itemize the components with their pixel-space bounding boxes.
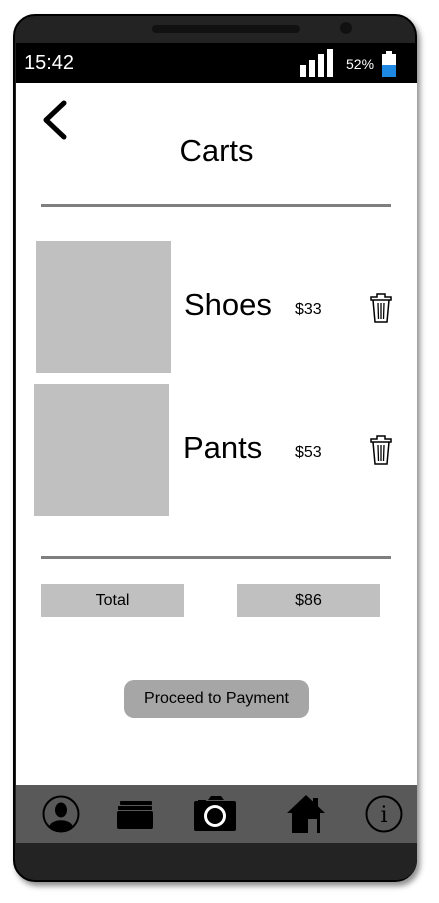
trash-icon[interactable] bbox=[370, 434, 392, 466]
svg-text:i: i bbox=[380, 803, 387, 828]
trash-icon[interactable] bbox=[370, 292, 392, 324]
status-bar: 15:42 52% bbox=[16, 43, 417, 83]
home-icon[interactable] bbox=[286, 793, 326, 835]
battery-icon bbox=[382, 51, 396, 77]
cart-item-price: $33 bbox=[295, 301, 322, 318]
info-icon[interactable]: i bbox=[365, 793, 403, 835]
header-divider bbox=[41, 204, 391, 207]
bottom-bezel bbox=[16, 843, 417, 880]
product-thumbnail-pants[interactable] bbox=[34, 384, 169, 516]
cart-screen: Carts Shoes $33 Pants $53 Total $86 Proc… bbox=[16, 83, 417, 785]
profile-icon[interactable] bbox=[42, 793, 80, 835]
front-camera bbox=[340, 22, 352, 34]
page-title: Carts bbox=[179, 133, 254, 168]
battery-percent: 52% bbox=[346, 56, 375, 72]
cart-item-price: $53 bbox=[295, 444, 322, 461]
total-value: $86 bbox=[237, 584, 380, 617]
signal-icon bbox=[300, 49, 333, 77]
product-thumbnail-shoes[interactable] bbox=[36, 241, 171, 373]
total-label: Total bbox=[41, 584, 184, 617]
cards-icon[interactable] bbox=[116, 793, 154, 835]
status-time: 15:42 bbox=[24, 52, 75, 74]
cart-item-name: Pants bbox=[183, 430, 263, 465]
summary-divider bbox=[41, 556, 391, 559]
proceed-to-payment-button[interactable]: Proceed to Payment bbox=[124, 680, 309, 718]
phone-speaker bbox=[152, 25, 300, 33]
cart-item-name: Shoes bbox=[184, 287, 272, 322]
bottom-tab-bar: i bbox=[16, 785, 417, 843]
camera-icon[interactable] bbox=[193, 793, 237, 835]
